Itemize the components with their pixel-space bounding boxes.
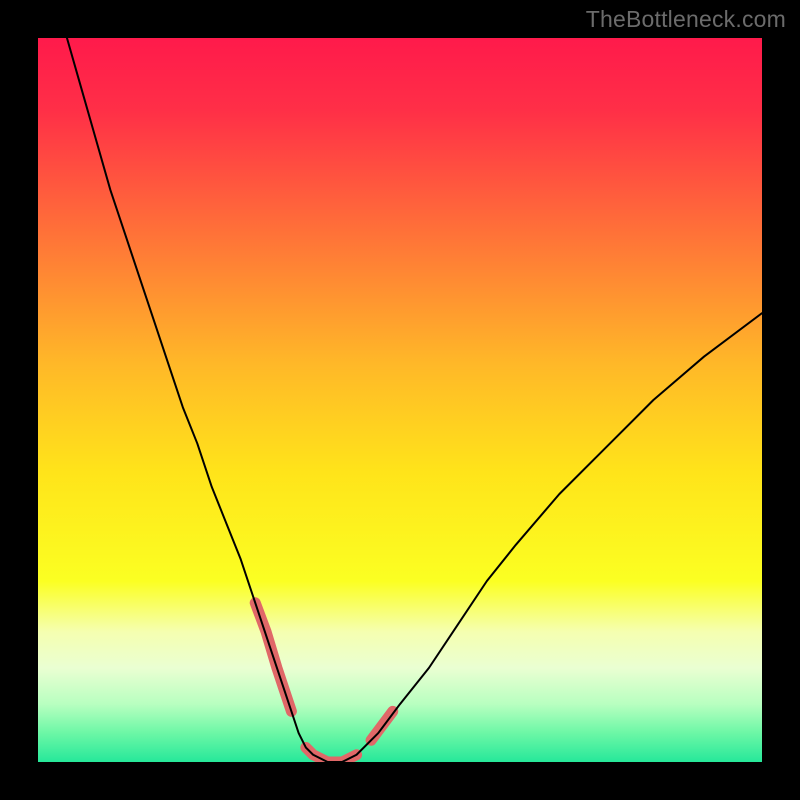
chart-frame: TheBottleneck.com: [0, 0, 800, 800]
watermark-text: TheBottleneck.com: [586, 6, 786, 33]
chart-svg: [38, 38, 762, 762]
plot-area: [38, 38, 762, 762]
